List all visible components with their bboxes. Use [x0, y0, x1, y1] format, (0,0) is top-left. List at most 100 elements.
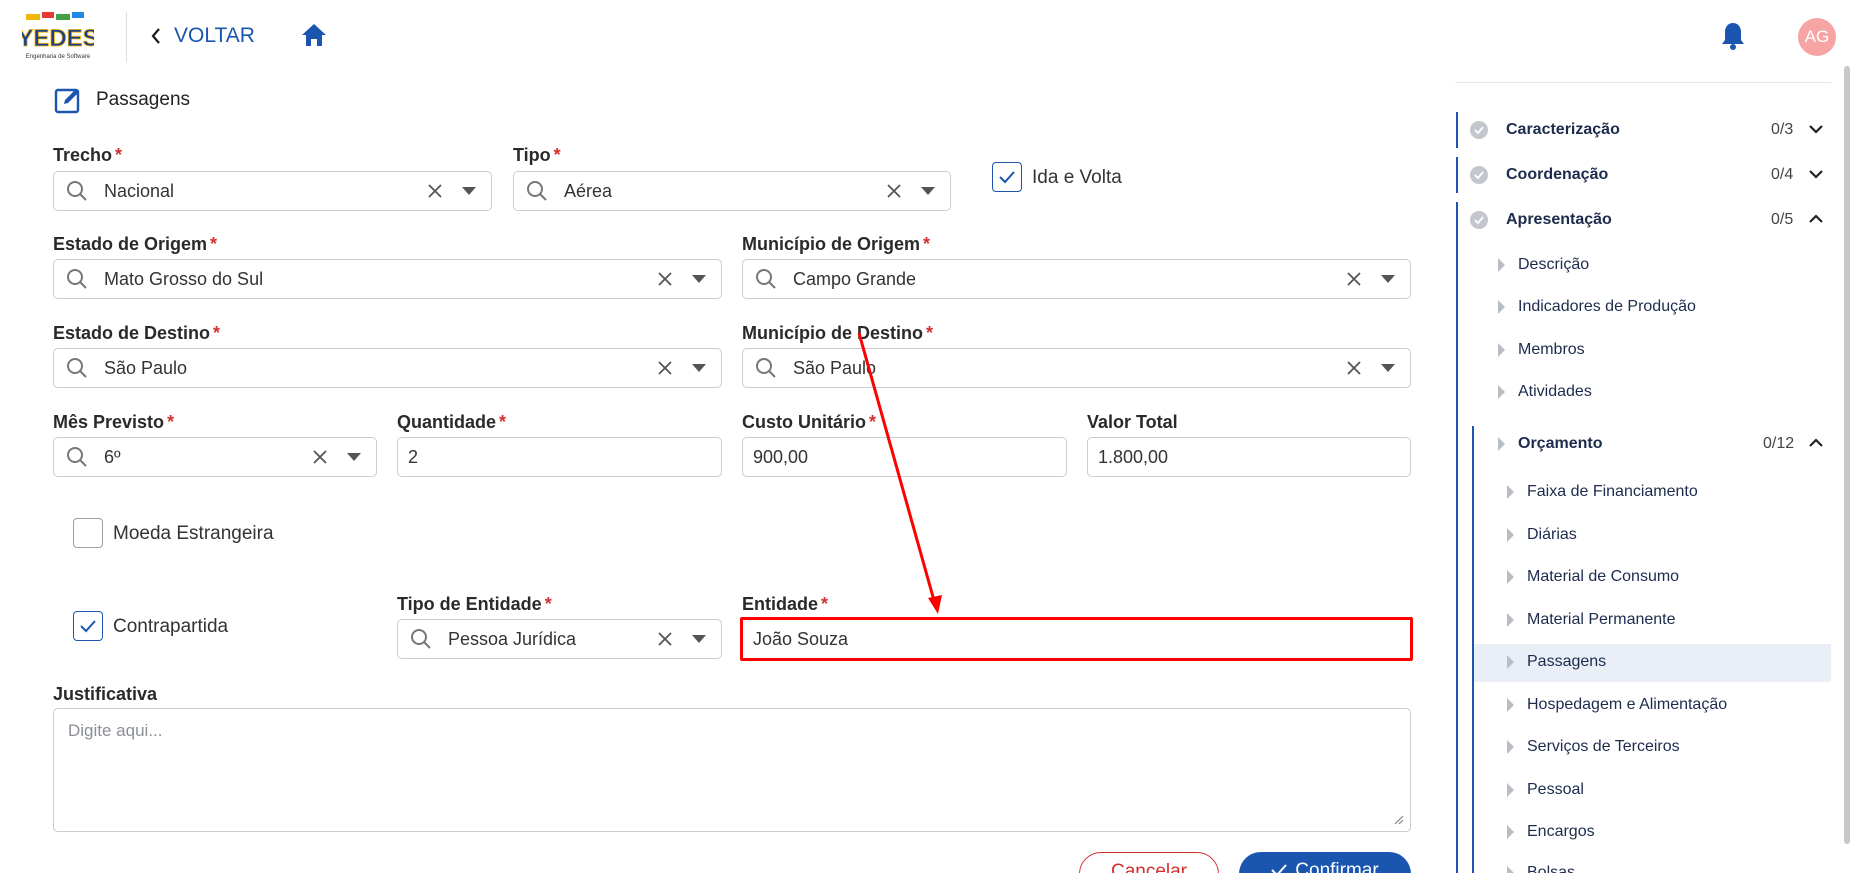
section-title: Passagens: [54, 86, 190, 114]
justificativa-placeholder: Digite aqui...: [68, 721, 163, 740]
municipio-origem-label: Município de Origem *: [742, 234, 931, 254]
municipio-destino-value: São Paulo: [793, 357, 877, 378]
sidebar-item-encargos[interactable]: Encargos: [1507, 823, 1595, 841]
bell-icon[interactable]: [1718, 20, 1748, 52]
mes-previsto-select[interactable]: 6º: [53, 437, 377, 477]
quantidade-input[interactable]: 2: [397, 437, 722, 477]
checkmark-icon: [80, 620, 96, 633]
search-icon: [67, 447, 87, 467]
caret-right-icon: [1498, 343, 1505, 357]
chevron-up-icon[interactable]: [1808, 437, 1824, 449]
tipo-entidade-select[interactable]: Pessoa Jurídica: [397, 619, 722, 659]
dropdown-arrow-icon[interactable]: [344, 453, 364, 461]
caret-right-icon: [1498, 437, 1505, 451]
estado-origem-select[interactable]: Mato Grosso do Sul: [53, 259, 722, 299]
home-icon[interactable]: [300, 22, 328, 48]
dropdown-arrow-icon[interactable]: [918, 187, 938, 195]
section-indicator-bar: [1456, 157, 1458, 193]
sidebar-item-material-consumo[interactable]: Material de Consumo: [1507, 568, 1679, 586]
sidebar-item-apresentacao[interactable]: Apresentação: [1470, 211, 1612, 229]
cancel-button[interactable]: Cancelar: [1079, 852, 1219, 873]
search-icon: [756, 269, 776, 289]
chevron-down-icon[interactable]: [1808, 123, 1824, 135]
sidebar-item-servicos-terceiros[interactable]: Serviços de Terceiros: [1507, 738, 1680, 756]
scrollbar-thumb[interactable]: [1844, 66, 1850, 844]
estado-destino-value: São Paulo: [104, 357, 188, 378]
mes-previsto-value: 6º: [104, 446, 121, 467]
clear-icon[interactable]: [1344, 271, 1364, 287]
sidebar-item-caracterizacao[interactable]: Caracterização: [1470, 121, 1620, 139]
clear-icon[interactable]: [884, 183, 904, 199]
clear-icon[interactable]: [1344, 360, 1364, 376]
municipio-destino-select[interactable]: São Paulo: [742, 348, 1411, 388]
search-icon: [67, 181, 87, 201]
resize-handle-icon[interactable]: [1394, 815, 1404, 825]
sidebar-item-faixa-financiamento[interactable]: Faixa de Financiamento: [1507, 483, 1698, 501]
sidebar-count: 0/3: [1771, 121, 1794, 138]
section-indicator-bar: [1456, 202, 1458, 873]
caret-right-icon: [1507, 825, 1514, 839]
caret-right-icon: [1498, 258, 1505, 272]
contrapartida-label: Contrapartida: [113, 616, 229, 637]
sidebar-item-descricao[interactable]: Descrição: [1498, 256, 1589, 274]
sidebar-item-diarias[interactable]: Diárias: [1507, 526, 1577, 544]
sidebar-item-coordenacao[interactable]: Coordenação: [1470, 166, 1608, 184]
logo-text: YEDES: [22, 25, 94, 52]
municipio-origem-value: Campo Grande: [793, 268, 917, 289]
sidebar-count: 0/5: [1771, 211, 1794, 228]
sidebar-item-pessoal[interactable]: Pessoal: [1507, 781, 1584, 799]
clear-icon[interactable]: [310, 449, 330, 465]
sidebar-item-bolsas[interactable]: Bolsas: [1507, 864, 1575, 873]
clear-icon[interactable]: [425, 183, 445, 199]
logo-subtitle: Engenharia de Software: [26, 54, 91, 60]
clear-icon[interactable]: [655, 631, 675, 647]
dropdown-arrow-icon[interactable]: [1378, 275, 1398, 283]
tipo-select[interactable]: Aérea: [513, 171, 951, 211]
avatar-initials: AG: [1804, 27, 1830, 46]
dropdown-arrow-icon[interactable]: [689, 275, 709, 283]
entidade-value: João Souza: [753, 628, 849, 649]
sidebar-item-hospedagem[interactable]: Hospedagem e Alimentação: [1507, 696, 1727, 714]
dropdown-arrow-icon[interactable]: [459, 187, 479, 195]
confirm-button[interactable]: Confirmar: [1239, 852, 1411, 873]
dropdown-arrow-icon[interactable]: [689, 635, 709, 643]
entidade-input[interactable]: João Souza: [740, 617, 1413, 661]
contrapartida-checkbox[interactable]: [73, 611, 103, 641]
subsection-indicator-bar: [1472, 426, 1474, 873]
caret-right-icon: [1507, 613, 1514, 627]
estado-destino-select[interactable]: São Paulo: [53, 348, 722, 388]
ida-volta-checkbox[interactable]: [992, 162, 1022, 192]
dropdown-arrow-icon[interactable]: [689, 364, 709, 372]
sidebar-divider: [1455, 82, 1831, 83]
custo-unitario-input[interactable]: 900,00: [742, 437, 1067, 477]
quantidade-value: 2: [408, 446, 419, 467]
chevron-up-icon[interactable]: [1808, 213, 1824, 225]
tipo-entidade-value: Pessoa Jurídica: [448, 628, 577, 649]
chevron-down-icon[interactable]: [1808, 168, 1824, 180]
chevron-left-icon: [151, 28, 160, 44]
sidebar-item-material-permanente[interactable]: Material Permanente: [1507, 611, 1676, 629]
moeda-estrangeira-checkbox[interactable]: [73, 518, 103, 548]
justificativa-textarea[interactable]: Digite aqui...: [53, 708, 1411, 832]
sidebar-item-membros[interactable]: Membros: [1498, 341, 1585, 359]
sidebar-item-orcamento[interactable]: Orçamento: [1498, 435, 1602, 453]
caret-right-icon: [1507, 740, 1514, 754]
status-check-icon: [1470, 166, 1488, 184]
sidebar-item-indicadores[interactable]: Indicadores de Produção: [1498, 298, 1696, 316]
municipio-origem-select[interactable]: Campo Grande: [742, 259, 1411, 299]
sidebar-item-passagens[interactable]: Passagens: [1507, 653, 1606, 671]
sidebar-item-atividades[interactable]: Atividades: [1498, 383, 1592, 401]
valor-total-label: Valor Total: [1087, 412, 1178, 432]
clear-icon[interactable]: [655, 360, 675, 376]
checkmark-icon: [1271, 864, 1288, 873]
clear-icon[interactable]: [655, 271, 675, 287]
trecho-select[interactable]: Nacional: [53, 171, 492, 211]
dropdown-arrow-icon[interactable]: [1378, 364, 1398, 372]
section-indicator-bar: [1456, 112, 1458, 148]
sidebar-count: 0/4: [1771, 166, 1794, 183]
valor-total-input[interactable]: 1.800,00: [1087, 437, 1411, 477]
yedes-logo[interactable]: YEDES Engenharia de Software: [22, 8, 94, 66]
avatar[interactable]: AG: [1798, 18, 1836, 56]
checkmark-icon: [999, 171, 1015, 184]
back-button[interactable]: VOLTAR: [150, 22, 255, 50]
